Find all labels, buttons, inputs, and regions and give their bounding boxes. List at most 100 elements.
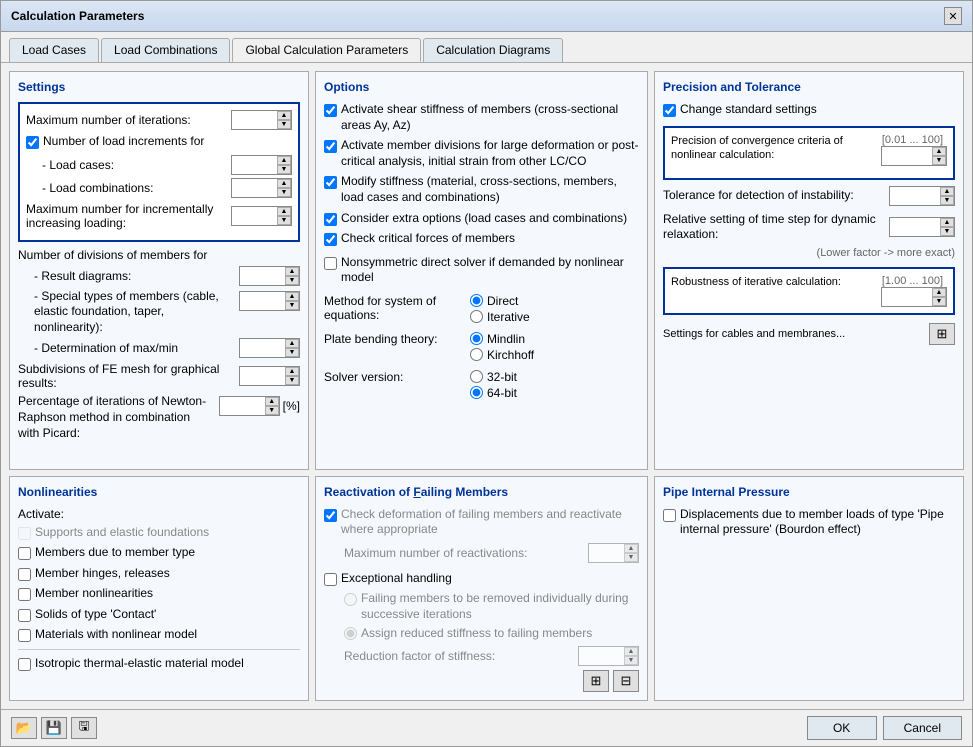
check-deformation-check[interactable] — [324, 509, 337, 522]
robustness-up[interactable]: ▲ — [932, 288, 946, 297]
method-iterative-radio[interactable] — [470, 310, 483, 323]
nonsymmetric-check[interactable] — [324, 257, 337, 270]
max-reactivations-down[interactable]: ▼ — [624, 553, 638, 562]
max-incrementally-input[interactable]: 1000 — [232, 208, 277, 224]
max-iterations-input[interactable]: 100 — [232, 112, 277, 128]
members-type-check[interactable] — [18, 547, 31, 560]
ok-button[interactable]: OK — [807, 716, 877, 740]
num-load-increments-check[interactable] — [26, 136, 39, 149]
supports-check[interactable] — [18, 527, 31, 540]
save-button[interactable]: 💾 — [41, 717, 67, 739]
result-diagrams-spinbox[interactable]: 10 ▲ ▼ — [239, 266, 300, 286]
result-diagrams-up[interactable]: ▲ — [285, 267, 299, 276]
result-diagrams-down[interactable]: ▼ — [285, 276, 299, 285]
max-iterations-spinbox[interactable]: 100 ▲ ▼ — [231, 110, 292, 130]
special-types-down[interactable]: ▼ — [285, 301, 299, 310]
determination-down[interactable]: ▼ — [285, 348, 299, 357]
assign-radio[interactable] — [344, 627, 357, 640]
plate-kirchhoff-radio[interactable] — [470, 348, 483, 361]
max-iterations-up[interactable]: ▲ — [277, 111, 291, 120]
determination-spinbox[interactable]: 10 ▲ ▼ — [239, 338, 300, 358]
load-cases-input[interactable]: 1 — [232, 157, 277, 173]
percentage-input[interactable]: 5 — [220, 398, 265, 414]
percentage-down[interactable]: ▼ — [265, 406, 279, 415]
open-button[interactable]: 📂 — [11, 717, 37, 739]
max-incrementally-up[interactable]: ▲ — [277, 207, 291, 216]
relative-down[interactable]: ▼ — [940, 227, 954, 236]
load-combinations-spinbox[interactable]: 1 ▲ ▼ — [231, 178, 292, 198]
modify-stiffness-check[interactable] — [324, 176, 337, 189]
subdivisions-up[interactable]: ▲ — [285, 367, 299, 376]
close-button[interactable]: ✕ — [944, 7, 962, 25]
determination-up[interactable]: ▲ — [285, 339, 299, 348]
relative-up[interactable]: ▲ — [940, 218, 954, 227]
reduction-input[interactable]: 1000 — [579, 648, 624, 664]
precision-up[interactable]: ▲ — [932, 147, 946, 156]
reactivation-icon2[interactable]: ⊟ — [613, 670, 639, 692]
max-iterations-down[interactable]: ▼ — [277, 120, 291, 129]
determination-input[interactable]: 10 — [240, 340, 285, 356]
max-reactivations-input[interactable]: 3 — [589, 545, 624, 561]
robustness-input[interactable]: 1.00 — [882, 289, 932, 305]
tab-load-cases[interactable]: Load Cases — [9, 38, 99, 62]
solver-64bit-radio[interactable] — [470, 386, 483, 399]
cables-icon-btn[interactable]: ⊞ — [929, 323, 955, 345]
robustness-down[interactable]: ▼ — [932, 297, 946, 306]
cables-link[interactable]: Settings for cables and membranes... — [663, 328, 845, 340]
check-critical-check[interactable] — [324, 233, 337, 246]
load-cases-down[interactable]: ▼ — [277, 165, 291, 174]
solids-contact-check[interactable] — [18, 609, 31, 622]
isotropic-check[interactable] — [18, 658, 31, 671]
tab-load-combinations[interactable]: Load Combinations — [101, 38, 230, 62]
member-nonlin-check[interactable] — [18, 588, 31, 601]
displacements-check[interactable] — [663, 509, 676, 522]
load-cases-up[interactable]: ▲ — [277, 156, 291, 165]
tolerance-down[interactable]: ▼ — [940, 196, 954, 205]
percentage-up[interactable]: ▲ — [265, 397, 279, 406]
relative-spinbox[interactable]: 1.00 ▲ ▼ — [889, 217, 955, 237]
max-incrementally-spinbox[interactable]: 1000 ▲ ▼ — [231, 206, 292, 226]
max-reactivations-up[interactable]: ▲ — [624, 544, 638, 553]
precision-spinbox[interactable]: 1.00 ▲ ▼ — [881, 146, 947, 166]
load-combinations-input[interactable]: 1 — [232, 180, 277, 196]
print-button[interactable]: 🖫 — [71, 717, 97, 739]
subdivisions-down[interactable]: ▼ — [285, 376, 299, 385]
special-types-input[interactable]: 10 — [240, 293, 285, 309]
reduction-down[interactable]: ▼ — [624, 656, 638, 665]
max-incrementally-down[interactable]: ▼ — [277, 216, 291, 225]
special-types-spinbox[interactable]: 10 ▲ ▼ — [239, 291, 300, 311]
member-hinges-check[interactable] — [18, 568, 31, 581]
tab-calc-diagrams[interactable]: Calculation Diagrams — [423, 38, 563, 62]
method-direct-radio[interactable] — [470, 294, 483, 307]
cancel-button[interactable]: Cancel — [883, 716, 962, 740]
precision-down[interactable]: ▼ — [932, 156, 946, 165]
tolerance-up[interactable]: ▲ — [940, 187, 954, 196]
special-types-up[interactable]: ▲ — [285, 292, 299, 301]
subdivisions-input[interactable]: 3 — [240, 368, 285, 384]
plate-mindlin-radio[interactable] — [470, 332, 483, 345]
max-reactivations-spinbox[interactable]: 3 ▲ ▼ — [588, 543, 639, 563]
extra-options-check[interactable] — [324, 213, 337, 226]
percentage-spinbox[interactable]: 5 ▲ ▼ — [219, 396, 280, 416]
subdivisions-spinbox[interactable]: 3 ▲ ▼ — [239, 366, 300, 386]
load-combinations-down[interactable]: ▼ — [277, 188, 291, 197]
result-diagrams-input[interactable]: 10 — [240, 268, 285, 284]
load-combinations-up[interactable]: ▲ — [277, 179, 291, 188]
relative-input[interactable]: 1.00 — [890, 219, 940, 235]
shear-stiffness-check[interactable] — [324, 104, 337, 117]
load-cases-spinbox[interactable]: 1 ▲ ▼ — [231, 155, 292, 175]
tab-global-calc[interactable]: Global Calculation Parameters — [232, 38, 421, 62]
tolerance-spinbox[interactable]: 1.00 ▲ ▼ — [889, 186, 955, 206]
reduction-spinbox[interactable]: 1000 ▲ ▼ — [578, 646, 639, 666]
member-divisions-check[interactable] — [324, 140, 337, 153]
reactivation-icon1[interactable]: ⊞ — [583, 670, 609, 692]
change-standard-check[interactable] — [663, 104, 676, 117]
robustness-spinbox[interactable]: 1.00 ▲ ▼ — [881, 287, 947, 307]
failing-radio[interactable] — [344, 593, 357, 606]
solver-32bit-radio[interactable] — [470, 370, 483, 383]
precision-input[interactable]: 1.00 — [882, 148, 932, 164]
tolerance-input[interactable]: 1.00 — [890, 188, 940, 204]
materials-nonlin-check[interactable] — [18, 629, 31, 642]
exceptional-check[interactable] — [324, 573, 337, 586]
reduction-up[interactable]: ▲ — [624, 647, 638, 656]
